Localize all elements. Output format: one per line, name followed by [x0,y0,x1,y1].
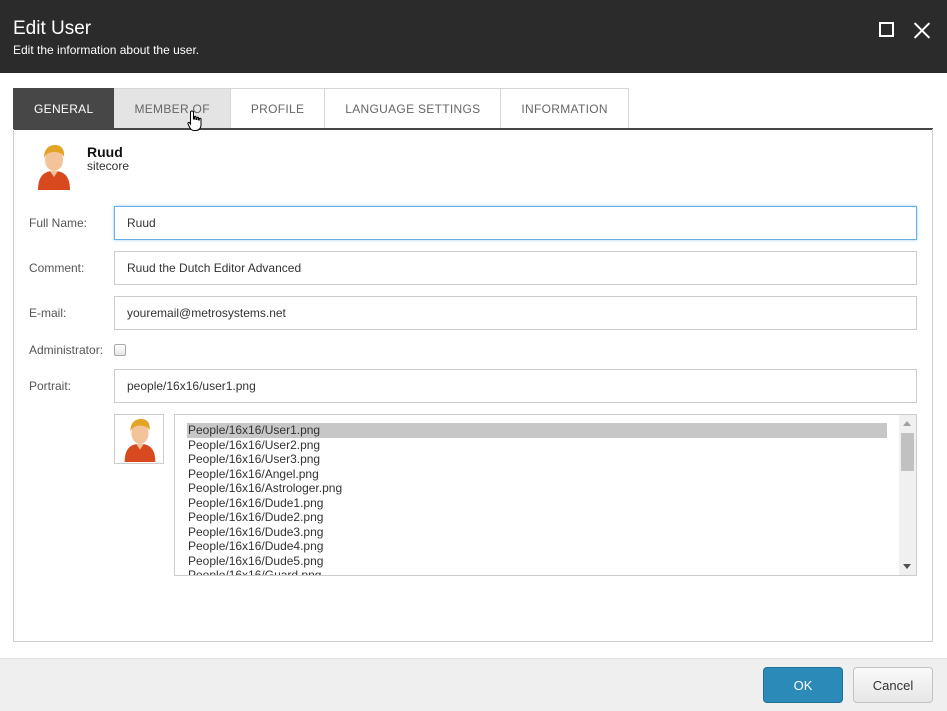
administrator-checkbox[interactable] [114,344,126,356]
user-name: Ruud [87,144,123,160]
comment-label: Comment: [29,261,85,275]
user-domain: sitecore [87,159,130,173]
list-item[interactable]: People/16x16/Dude1.png [187,496,887,511]
list-item[interactable]: People/16x16/Dude3.png [187,525,887,540]
list-item[interactable]: People/16x16/Guard.png [187,568,887,575]
list-item[interactable]: People/16x16/Dude4.png [187,539,887,554]
comment-input[interactable] [114,251,917,285]
list-item[interactable]: People/16x16/User3.png [187,452,887,467]
tab-member-of[interactable]: MEMBER OF [114,88,231,129]
email-input[interactable] [114,296,917,330]
list-item[interactable]: People/16x16/Angel.png [187,467,887,482]
portrait-label: Portrait: [29,379,72,393]
scrollbar-thumb[interactable] [901,433,914,471]
dialog-subtitle: Edit the information about the user. [13,43,200,57]
list-item[interactable]: People/16x16/User2.png [187,438,887,453]
tab-general[interactable]: GENERAL [13,88,115,129]
scroll-down-arrow-icon[interactable] [903,564,911,569]
close-button[interactable] [911,19,933,41]
user-avatar-icon [38,145,70,190]
listbox-scrollbar[interactable] [899,415,916,575]
administrator-label: Administrator: [29,343,104,357]
scroll-up-arrow-icon[interactable] [903,421,911,426]
dialog-titlebar: Edit User Edit the information about the… [0,0,947,73]
tab-strip: GENERAL MEMBER OF PROFILE LANGUAGE SETTI… [13,88,629,129]
portrait-preview-icon [124,418,156,463]
dialog-title: Edit User [13,18,92,39]
ok-button[interactable]: OK [763,667,843,703]
full-name-label: Full Name: [29,216,88,230]
email-label: E-mail: [29,306,67,320]
list-item[interactable]: People/16x16/Dude2.png [187,510,887,525]
portrait-list-items: People/16x16/User1.png People/16x16/User… [187,423,887,575]
tab-profile[interactable]: PROFILE [230,88,326,129]
maximize-icon [879,22,894,37]
list-item[interactable]: People/16x16/User1.png [187,423,887,438]
cancel-button[interactable]: Cancel [853,667,933,703]
tab-language-settings[interactable]: LANGUAGE SETTINGS [325,88,502,129]
full-name-input[interactable] [114,206,917,240]
hand-cursor-icon [187,110,202,131]
list-item[interactable]: People/16x16/Dude5.png [187,554,887,569]
portrait-input[interactable] [114,369,917,403]
list-item[interactable]: People/16x16/Astrologer.png [187,481,887,496]
tab-information[interactable]: INFORMATION [501,88,629,129]
maximize-button[interactable] [876,19,898,41]
portrait-listbox[interactable]: People/16x16/User1.png People/16x16/User… [174,414,917,576]
portrait-preview [114,414,164,464]
